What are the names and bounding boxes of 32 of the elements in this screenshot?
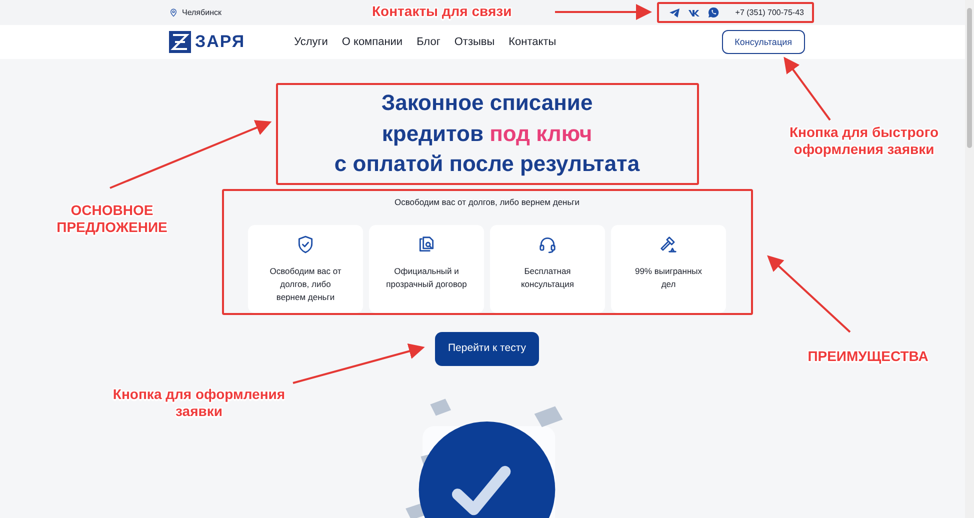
nav-link[interactable]: Контакты [508, 34, 556, 50]
location-pin-icon [169, 8, 178, 17]
gavel-icon [659, 235, 678, 254]
hero-headline: Законное списание кредитов под ключ с оплатой после результата [334, 89, 640, 178]
headset-icon [538, 235, 557, 254]
callout-label: ПРЕИМУЩЕСТВА [808, 348, 928, 365]
scrollbar-thumb[interactable] [967, 8, 972, 148]
nav-link[interactable]: Блог [416, 34, 440, 50]
nav-link[interactable]: Услуги [294, 34, 328, 50]
shield-check-icon [296, 235, 315, 254]
chat-bubble-icon[interactable] [708, 7, 720, 18]
callout-label: ОСНОВНОЕ ПРЕДЛОЖЕНИЕ [56, 202, 168, 236]
callout-label: Контакты для связи [372, 3, 512, 20]
callout-label: Кнопка для оформления заявки [112, 386, 286, 420]
annotation-arrow [784, 56, 831, 121]
callout-label: Кнопка для быстрого оформления заявки [788, 124, 940, 158]
nav-link[interactable]: Отзывы [454, 34, 495, 50]
logo-text[interactable]: ЗАРЯ [195, 29, 246, 55]
feature-text: Официальный и прозрачный договор [385, 265, 468, 291]
feature-text: Бесплатная консультация [520, 265, 576, 291]
feature-text: Освободим вас от долгов, либо вернем деньги [268, 265, 342, 304]
consultation-button[interactable]: Консультация [722, 30, 805, 54]
feature-text: 99% выигранных дел [634, 265, 704, 291]
nav-link[interactable]: О компании [342, 34, 403, 50]
test-button[interactable]: Перейти к тесту [435, 332, 539, 366]
logo-icon[interactable] [169, 31, 191, 53]
paper-plane-icon[interactable] [669, 8, 680, 18]
city-label: Челябинск [182, 6, 222, 18]
hero-subtitle: Освободим вас от долгов, либо вернем деньги [394, 196, 580, 208]
phone-number[interactable]: +7 (351) 700-75-43 [735, 6, 804, 18]
vk-icon[interactable] [688, 8, 700, 16]
folder-search-icon [417, 235, 436, 254]
